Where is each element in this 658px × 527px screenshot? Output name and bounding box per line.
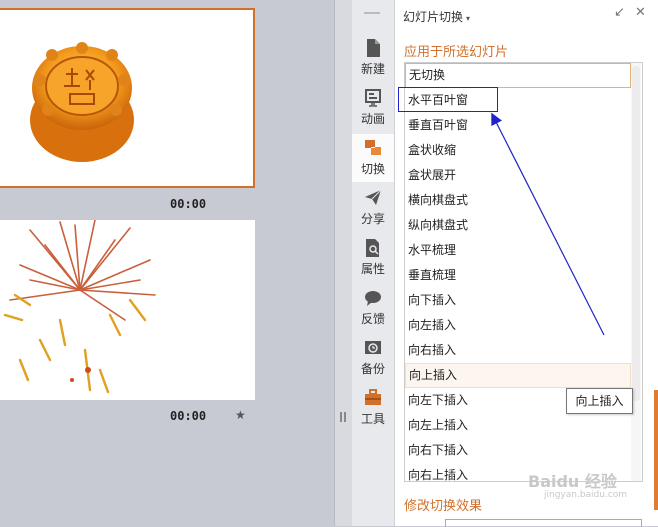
slide-2-animation-star-icon[interactable]: ★ xyxy=(235,408,246,422)
transition-item[interactable]: 垂直百叶窗 xyxy=(405,113,631,138)
splitter-grip-icon[interactable] xyxy=(340,412,346,422)
rail-item-properties[interactable]: 属性 xyxy=(352,234,394,282)
rail-item-animation[interactable]: 动画 xyxy=(352,84,394,132)
tool-rail: 新建 动画 切换 分享 属性 反馈 备份 工具 xyxy=(352,0,395,526)
transition-list-items: 无切换 水平百叶窗 垂直百叶窗 盒状收缩 盒状展开 横向棋盘式 纵向棋盘式 水平梳理 垂直梳理向… xyxy=(405,63,642,481)
transition-list[interactable]: 无切换 水平百叶窗 垂直百叶窗 盒状收缩 盒状展开 横向棋盘式 纵向棋盘式 水平梳理 垂直梳理向… xyxy=(404,62,643,482)
rail-label: 动画 xyxy=(360,112,385,126)
rail-item-new[interactable]: 新建 xyxy=(352,34,394,82)
rail-label: 反馈 xyxy=(360,312,385,326)
transition-task-pane: 幻灯片切换 ▾ ↙ ✕ 应用于所选幻灯片 无切换 水平百叶窗 垂直百叶窗 盒状收缩 盒状展… xyxy=(395,0,658,527)
modify-section-heading: 修改切换效果 xyxy=(404,499,483,514)
close-pane-icon[interactable]: ✕ xyxy=(635,5,646,20)
transition-item[interactable]: 向右下插入 xyxy=(405,438,631,463)
slide-2-time: 00:00 xyxy=(170,409,207,423)
pane-title-dropdown[interactable]: 幻灯片切换 ▾ xyxy=(403,8,470,25)
apply-section-heading: 应用于所选幻灯片 xyxy=(404,45,509,60)
rail-label: 备份 xyxy=(360,362,385,376)
backup-icon xyxy=(365,341,381,354)
transition-item[interactable]: 向左插入 xyxy=(405,313,631,338)
share-icon xyxy=(365,189,382,205)
new-file-icon xyxy=(367,39,380,57)
rail-label: 分享 xyxy=(360,212,385,226)
rail-item-transition[interactable]: 切换 xyxy=(352,134,394,182)
transition-item[interactable]: 向右插入 xyxy=(405,338,631,363)
rail-label: 切换 xyxy=(360,162,385,176)
slide-thumbnail-1[interactable] xyxy=(0,8,255,188)
fireworks-image xyxy=(3,220,156,394)
transition-item[interactable]: 纵向棋盘式 xyxy=(405,213,631,238)
window-edge-accent xyxy=(654,390,658,510)
properties-icon xyxy=(366,239,379,257)
list-scrollbar-thumb[interactable] xyxy=(632,66,640,401)
toolbox-icon xyxy=(365,389,381,405)
watermark-text: Baidu 经验 xyxy=(528,472,617,491)
transition-item[interactable]: 向下插入 xyxy=(405,288,631,313)
transition-item[interactable]: 向上插入 xyxy=(405,363,631,388)
rail-label: 属性 xyxy=(360,262,385,276)
transition-item[interactable]: 向左上插入 xyxy=(405,413,631,438)
rail-item-tools[interactable]: 工具 xyxy=(352,384,394,432)
transition-item[interactable]: 水平梳理 xyxy=(405,238,631,263)
mooncake-image xyxy=(30,42,134,162)
slide-1-time: 00:00 xyxy=(170,197,207,211)
feedback-icon xyxy=(365,291,381,306)
transition-item[interactable]: 无切换 xyxy=(405,63,631,88)
item-tooltip: 向上插入 xyxy=(566,388,633,414)
panel-splitter[interactable] xyxy=(334,0,352,526)
chevron-down-icon: ▾ xyxy=(466,14,471,23)
transition-item[interactable]: 垂直梳理 xyxy=(405,263,631,288)
rail-label: 新建 xyxy=(360,62,385,76)
transition-icon xyxy=(365,140,381,155)
rail-label: 工具 xyxy=(360,412,385,426)
transition-item[interactable]: 盒状展开 xyxy=(405,163,631,188)
rail-item-backup[interactable]: 备份 xyxy=(352,334,394,382)
watermark: Baidu 经验 jingyan.baidu.com xyxy=(528,468,627,500)
rail-drag-handle-icon[interactable] xyxy=(364,12,380,14)
annotation-highlight-box xyxy=(398,87,498,112)
watermark-url: jingyan.baidu.com xyxy=(544,490,628,500)
rail-item-share[interactable]: 分享 xyxy=(352,184,394,232)
rail-item-feedback[interactable]: 反馈 xyxy=(352,284,394,332)
restore-pane-icon[interactable]: ↙ xyxy=(614,5,625,20)
slide-thumbnails-panel: 00:00 00:00 ★ xyxy=(0,0,334,526)
animation-icon xyxy=(365,89,381,107)
slide-thumbnail-2[interactable] xyxy=(0,220,255,400)
pane-title: 幻灯片切换 xyxy=(403,10,464,24)
transition-item[interactable]: 盒状收缩 xyxy=(405,138,631,163)
transition-item[interactable]: 横向棋盘式 xyxy=(405,188,631,213)
